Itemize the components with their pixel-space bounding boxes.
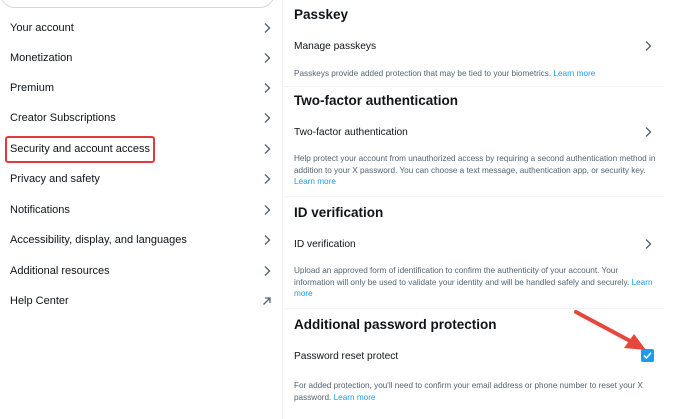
- row-label: Two-factor authentication: [294, 126, 408, 138]
- row-label: Manage passkeys: [294, 40, 377, 52]
- chevron-right-icon: [264, 113, 271, 123]
- section-title-id-verification: ID verification: [294, 205, 384, 220]
- chevron-right-icon: [264, 83, 271, 93]
- manage-passkeys-row[interactable]: Manage passkeys: [284, 32, 664, 60]
- id-verification-description: Upload an approved form of identificatio…: [294, 265, 656, 300]
- sidebar-item-your-account[interactable]: Your account: [0, 13, 283, 43]
- chevron-right-icon: [645, 41, 652, 51]
- section-title-password-protection: Additional password protection: [294, 317, 497, 332]
- chevron-right-icon: [645, 239, 652, 249]
- chevron-right-icon: [264, 235, 271, 245]
- external-arrow-icon: [263, 297, 271, 305]
- section-title-passkey: Passkey: [294, 7, 349, 22]
- chevron-right-icon: [264, 53, 271, 63]
- divider: [284, 308, 664, 309]
- sidebar-item-privacy-and-safety[interactable]: Privacy and safety: [0, 164, 283, 194]
- two-factor-row[interactable]: Two-factor authentication: [284, 118, 664, 146]
- description-text: Help protect your account from unauthori…: [294, 154, 656, 175]
- sidebar-item-label: Accessibility, display, and languages: [10, 234, 187, 246]
- learn-more-link[interactable]: Learn more: [553, 69, 595, 78]
- password-reset-protect-row[interactable]: Password reset protect: [284, 342, 664, 370]
- id-verification-row[interactable]: ID verification: [284, 230, 664, 258]
- checkmark-icon: [643, 352, 652, 360]
- learn-more-link[interactable]: Learn more: [334, 393, 376, 402]
- sidebar-item-label: Additional resources: [10, 265, 110, 277]
- row-label: ID verification: [294, 238, 356, 250]
- chevron-right-icon: [645, 127, 652, 137]
- chevron-right-icon: [264, 174, 271, 184]
- security-settings-panel: Passkey Manage passkeys Passkeys provide…: [284, 0, 664, 419]
- chevron-right-icon: [264, 23, 271, 33]
- password-protection-description: For added protection, you'll need to con…: [294, 380, 656, 403]
- password-reset-protect-checkbox[interactable]: [641, 349, 654, 362]
- sidebar-item-label: Premium: [10, 82, 55, 94]
- sidebar-item-label: Security and account access: [10, 143, 151, 155]
- sidebar-item-monetization[interactable]: Monetization: [0, 43, 283, 73]
- sidebar-item-premium[interactable]: Premium: [0, 73, 283, 103]
- divider: [284, 196, 664, 197]
- sidebar-item-additional-resources[interactable]: Additional resources: [0, 256, 283, 286]
- sidebar-item-label: Creator Subscriptions: [10, 112, 116, 124]
- two-factor-description: Help protect your account from unauthori…: [294, 153, 656, 188]
- sidebar-item-notifications[interactable]: Notifications: [0, 195, 283, 225]
- sidebar-item-label: Privacy and safety: [10, 173, 100, 185]
- sidebar-item-accessibility-display-languages[interactable]: Accessibility, display, and languages: [0, 225, 283, 255]
- search-field[interactable]: [0, 0, 275, 8]
- passkey-description: Passkeys provide added protection that m…: [294, 68, 656, 80]
- divider: [284, 86, 664, 87]
- settings-sidebar: Your account Monetization Premium Creato…: [0, 0, 283, 419]
- chevron-right-icon: [264, 144, 271, 154]
- section-title-two-factor: Two-factor authentication: [294, 93, 458, 108]
- sidebar-item-label: Monetization: [10, 52, 73, 64]
- chevron-right-icon: [264, 266, 271, 276]
- description-text: Passkeys provide added protection that m…: [294, 69, 552, 78]
- chevron-right-icon: [264, 205, 271, 215]
- description-text: Upload an approved form of identificatio…: [294, 266, 630, 287]
- sidebar-item-label: Your account: [10, 22, 74, 34]
- sidebar-item-security-and-account-access[interactable]: Security and account access: [0, 134, 283, 164]
- row-label: Password reset protect: [294, 350, 399, 362]
- sidebar-item-creator-subscriptions[interactable]: Creator Subscriptions: [0, 103, 283, 133]
- learn-more-link[interactable]: Learn more: [294, 177, 336, 186]
- sidebar-item-help-center[interactable]: Help Center: [0, 286, 283, 316]
- sidebar-item-label: Help Center: [10, 295, 69, 307]
- sidebar-item-label: Notifications: [10, 204, 70, 216]
